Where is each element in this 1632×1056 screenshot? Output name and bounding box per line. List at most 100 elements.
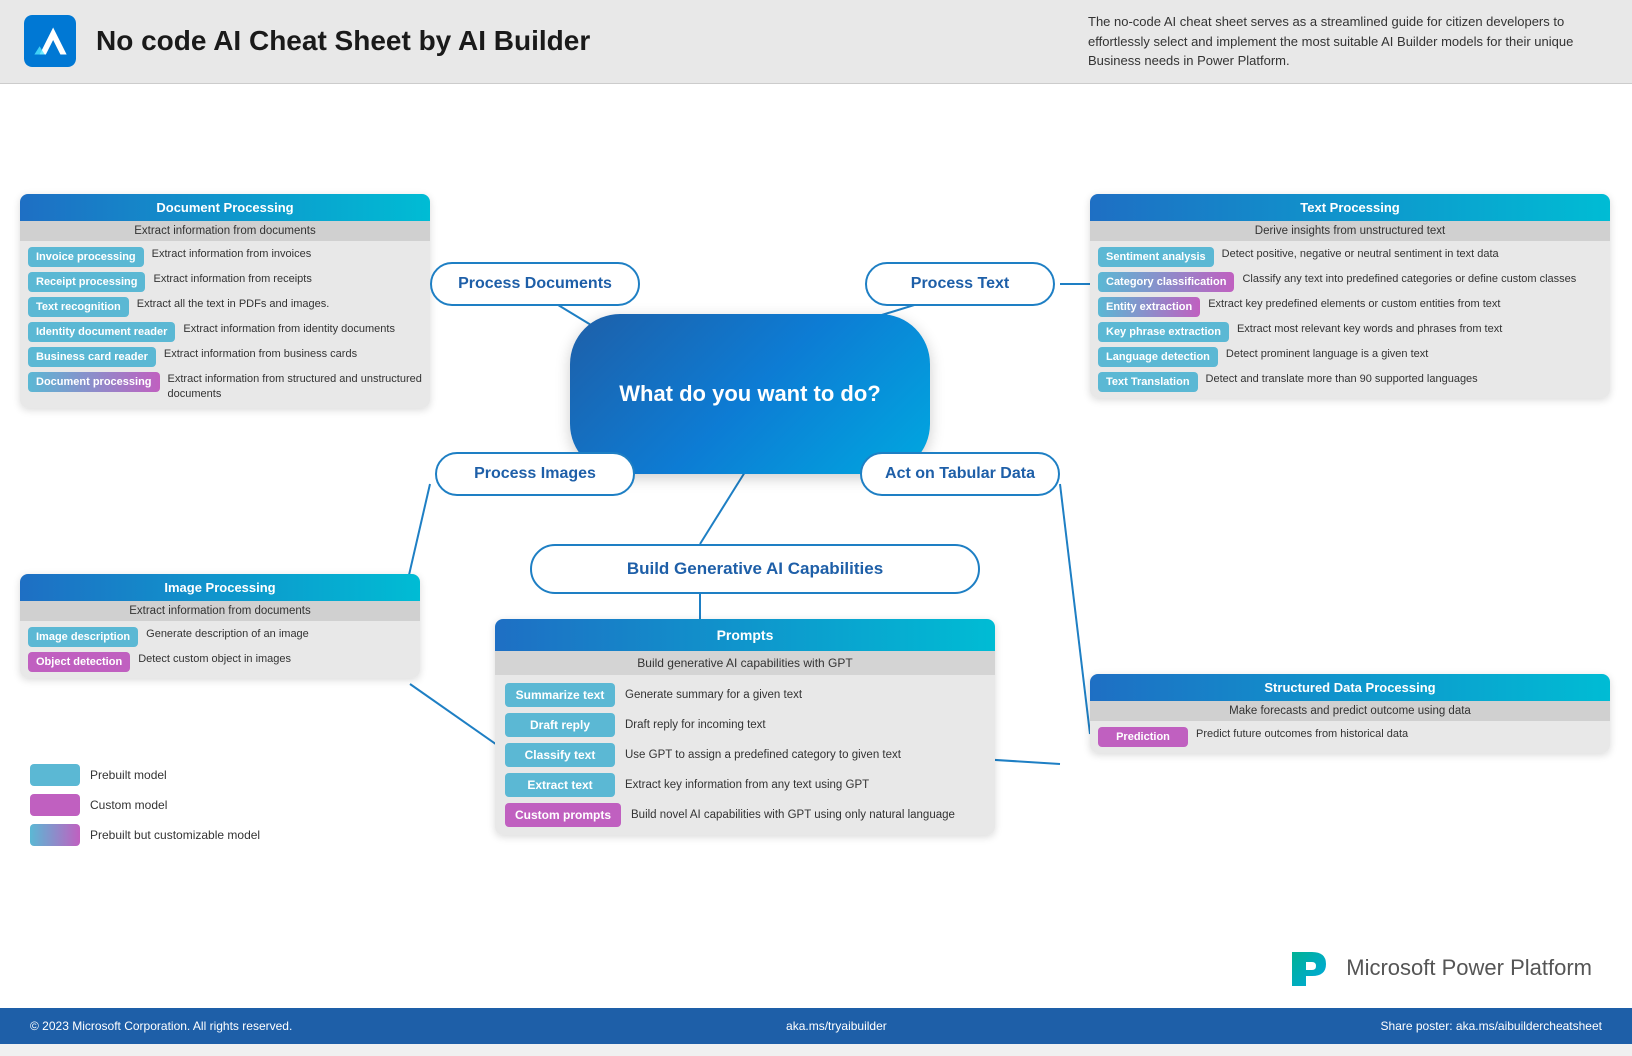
- structured-data-box: Structured Data Processing Make forecast…: [1090, 674, 1610, 753]
- footer: © 2023 Microsoft Corporation. All rights…: [0, 1008, 1632, 1044]
- receipt-desc: Extract information from receipts: [153, 272, 422, 287]
- text-recog-tag: Text recognition: [28, 297, 129, 317]
- text-row-5: Text Translation Detect and translate mo…: [1098, 372, 1602, 392]
- struct-row-0: Prediction Predict future outcomes from …: [1098, 727, 1602, 747]
- entity-tag: Entity extraction: [1098, 297, 1200, 317]
- langdetect-tag: Language detection: [1098, 347, 1218, 367]
- imgdesc-desc: Generate description of an image: [146, 627, 412, 642]
- identity-tag: Identity document reader: [28, 322, 175, 342]
- prompts-box: Prompts Build generative AI capabilities…: [495, 619, 995, 835]
- doc-row-2: Text recognition Extract all the text in…: [28, 297, 422, 317]
- process-text-node[interactable]: Process Text: [865, 262, 1055, 306]
- central-bubble: What do you want to do?: [570, 314, 930, 474]
- prompt-row-2: Classify text Use GPT to assign a predef…: [505, 743, 985, 767]
- legend-label-blue: Prebuilt model: [90, 768, 167, 782]
- header: No code AI Cheat Sheet by AI Builder The…: [0, 0, 1632, 84]
- docproc-tag: Document processing: [28, 372, 160, 392]
- image-processing-body: Image description Generate description o…: [20, 621, 420, 678]
- sentiment-tag: Sentiment analysis: [1098, 247, 1214, 267]
- imgdesc-tag: Image description: [28, 627, 138, 647]
- doc-processing-header: Document Processing: [20, 194, 430, 221]
- sentiment-desc: Detect positive, negative or neutral sen…: [1222, 247, 1602, 262]
- doc-row-0: Invoice processing Extract information f…: [28, 247, 422, 267]
- category-desc: Classify any text into predefined catego…: [1242, 272, 1602, 287]
- legend-item-gradient: Prebuilt but customizable model: [30, 824, 260, 846]
- text-row-0: Sentiment analysis Detect positive, nega…: [1098, 247, 1602, 267]
- image-processing-box: Image Processing Extract information fro…: [20, 574, 420, 678]
- page-title: No code AI Cheat Sheet by AI Builder: [96, 25, 590, 57]
- image-processing-header: Image Processing: [20, 574, 420, 601]
- prediction-desc: Predict future outcomes from historical …: [1196, 727, 1602, 742]
- keyphrase-desc: Extract most relevant key words and phra…: [1237, 322, 1602, 337]
- text-row-2: Entity extraction Extract key predefined…: [1098, 297, 1602, 317]
- structured-subtitle: Make forecasts and predict outcome using…: [1090, 701, 1610, 721]
- text-recog-desc: Extract all the text in PDFs and images.: [137, 297, 422, 312]
- doc-processing-body: Invoice processing Extract information f…: [20, 241, 430, 409]
- category-tag: Category classification: [1098, 272, 1234, 292]
- prompt-row-0: Summarize text Generate summary for a gi…: [505, 683, 985, 707]
- legend-label-purple: Custom model: [90, 798, 167, 812]
- document-processing-box: Document Processing Extract information …: [20, 194, 430, 409]
- doc-processing-subtitle: Extract information from documents: [20, 221, 430, 241]
- doc-row-5: Document processing Extract information …: [28, 372, 422, 403]
- power-platform-logo-area: Microsoft Power Platform: [1282, 942, 1592, 994]
- prompt-row-4: Custom prompts Build novel AI capabiliti…: [505, 803, 985, 827]
- invoice-desc: Extract information from invoices: [152, 247, 422, 262]
- bizcard-desc: Extract information from business cards: [164, 347, 422, 362]
- img-row-1: Object detection Detect custom object in…: [28, 652, 412, 672]
- prompts-header: Prompts: [495, 619, 995, 651]
- objdetect-desc: Detect custom object in images: [138, 652, 412, 667]
- draft-desc: Draft reply for incoming text: [625, 713, 985, 733]
- legend-label-gradient: Prebuilt but customizable model: [90, 828, 260, 842]
- legend-color-gradient: [30, 824, 80, 846]
- classify-tag: Classify text: [505, 743, 615, 767]
- summarize-desc: Generate summary for a given text: [625, 683, 985, 703]
- draft-tag: Draft reply: [505, 713, 615, 737]
- power-platform-label: Microsoft Power Platform: [1346, 955, 1592, 981]
- legend-item-purple: Custom model: [30, 794, 260, 816]
- objdetect-tag: Object detection: [28, 652, 130, 672]
- extract-tag: Extract text: [505, 773, 615, 797]
- identity-desc: Extract information from identity docume…: [183, 322, 422, 337]
- image-processing-subtitle: Extract information from documents: [20, 601, 420, 621]
- text-processing-box: Text Processing Derive insights from uns…: [1090, 194, 1610, 398]
- custprompt-tag: Custom prompts: [505, 803, 621, 827]
- footer-copyright: © 2023 Microsoft Corporation. All rights…: [30, 1019, 292, 1033]
- main-content: What do you want to do? Process Document…: [0, 84, 1632, 1044]
- text-processing-subtitle: Derive insights from unstructured text: [1090, 221, 1610, 241]
- entity-desc: Extract key predefined elements or custo…: [1208, 297, 1602, 312]
- text-row-3: Key phrase extraction Extract most relev…: [1098, 322, 1602, 342]
- footer-share: Share poster: aka.ms/aibuildercheatsheet: [1381, 1019, 1602, 1033]
- text-processing-body: Sentiment analysis Detect positive, nega…: [1090, 241, 1610, 398]
- docproc-desc: Extract information from structured and …: [168, 372, 422, 403]
- texttrans-desc: Detect and translate more than 90 suppor…: [1206, 372, 1602, 387]
- structured-header: Structured Data Processing: [1090, 674, 1610, 701]
- text-row-1: Category classification Classify any tex…: [1098, 272, 1602, 292]
- extract-desc: Extract key information from any text us…: [625, 773, 985, 793]
- legend-item-blue: Prebuilt model: [30, 764, 260, 786]
- receipt-tag: Receipt processing: [28, 272, 145, 292]
- doc-row-3: Identity document reader Extract informa…: [28, 322, 422, 342]
- prompt-row-1: Draft reply Draft reply for incoming tex…: [505, 713, 985, 737]
- doc-row-4: Business card reader Extract information…: [28, 347, 422, 367]
- texttrans-tag: Text Translation: [1098, 372, 1198, 392]
- process-images-node[interactable]: Process Images: [435, 452, 635, 496]
- text-row-4: Language detection Detect prominent lang…: [1098, 347, 1602, 367]
- keyphrase-tag: Key phrase extraction: [1098, 322, 1229, 342]
- prompt-row-3: Extract text Extract key information fro…: [505, 773, 985, 797]
- legend: Prebuilt model Custom model Prebuilt but…: [30, 764, 260, 854]
- azure-logo: [24, 15, 76, 67]
- prompts-body: Summarize text Generate summary for a gi…: [495, 675, 995, 835]
- custprompt-desc: Build novel AI capabilities with GPT usi…: [631, 803, 985, 823]
- structured-body: Prediction Predict future outcomes from …: [1090, 721, 1610, 753]
- prompts-subtitle: Build generative AI capabilities with GP…: [495, 651, 995, 675]
- prediction-tag: Prediction: [1098, 727, 1188, 747]
- power-platform-icon: [1282, 942, 1334, 994]
- header-description: The no-code AI cheat sheet serves as a s…: [1088, 12, 1608, 71]
- classify-desc: Use GPT to assign a predefined category …: [625, 743, 985, 763]
- img-row-0: Image description Generate description o…: [28, 627, 412, 647]
- doc-row-1: Receipt processing Extract information f…: [28, 272, 422, 292]
- build-gen-ai-node[interactable]: Build Generative AI Capabilities: [530, 544, 980, 594]
- act-tabular-node[interactable]: Act on Tabular Data: [860, 452, 1060, 496]
- process-documents-node[interactable]: Process Documents: [430, 262, 640, 306]
